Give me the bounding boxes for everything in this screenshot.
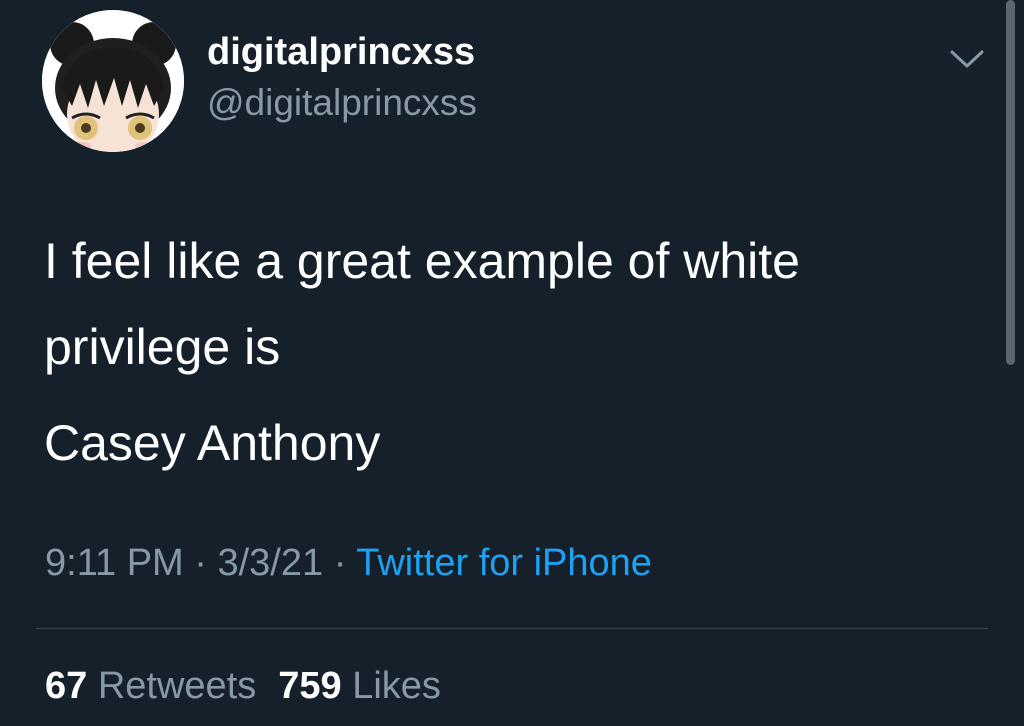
tweet-text-line: privilege is	[44, 319, 281, 375]
tweet-time[interactable]: 9:11 PM	[45, 542, 184, 584]
likes-count: 759	[278, 665, 342, 707]
tweet-text-paragraph: Casey Anthony	[44, 415, 381, 471]
chevron-down-icon	[950, 50, 984, 68]
retweets-count: 67	[45, 665, 88, 707]
meta-separator: ·	[333, 542, 347, 584]
meta-separator: ·	[194, 542, 207, 584]
user-handle[interactable]: @digitalprincxss	[207, 82, 477, 124]
tweet-source-link[interactable]: Twitter for iPhone	[356, 542, 652, 584]
likes-stat[interactable]: 759 Likes	[278, 665, 441, 707]
more-options-button[interactable]	[946, 42, 988, 74]
tweet-stats: 67 Retweets 759 Likes	[45, 665, 441, 708]
retweets-label: Retweets	[97, 665, 257, 707]
scrollbar[interactable]	[1006, 0, 1015, 365]
display-name[interactable]: digitalprincxss	[207, 31, 475, 74]
retweets-stat[interactable]: 67 Retweets	[45, 665, 256, 707]
tweet-metadata: 9:11 PM · 3/3/21 · Twitter for iPhone	[45, 542, 652, 585]
divider	[36, 628, 988, 629]
tweet-body: I feel like a great example of white pri…	[44, 218, 974, 486]
tweet-text-line: I feel like a great example of white	[44, 233, 800, 289]
tweet-date[interactable]: 3/3/21	[217, 542, 323, 584]
tweet-detail: digitalprincxss @digitalprincxss I feel …	[0, 0, 1024, 726]
likes-label: Likes	[352, 665, 441, 707]
avatar[interactable]	[42, 10, 184, 152]
anime-girl-avatar-icon	[42, 10, 184, 152]
